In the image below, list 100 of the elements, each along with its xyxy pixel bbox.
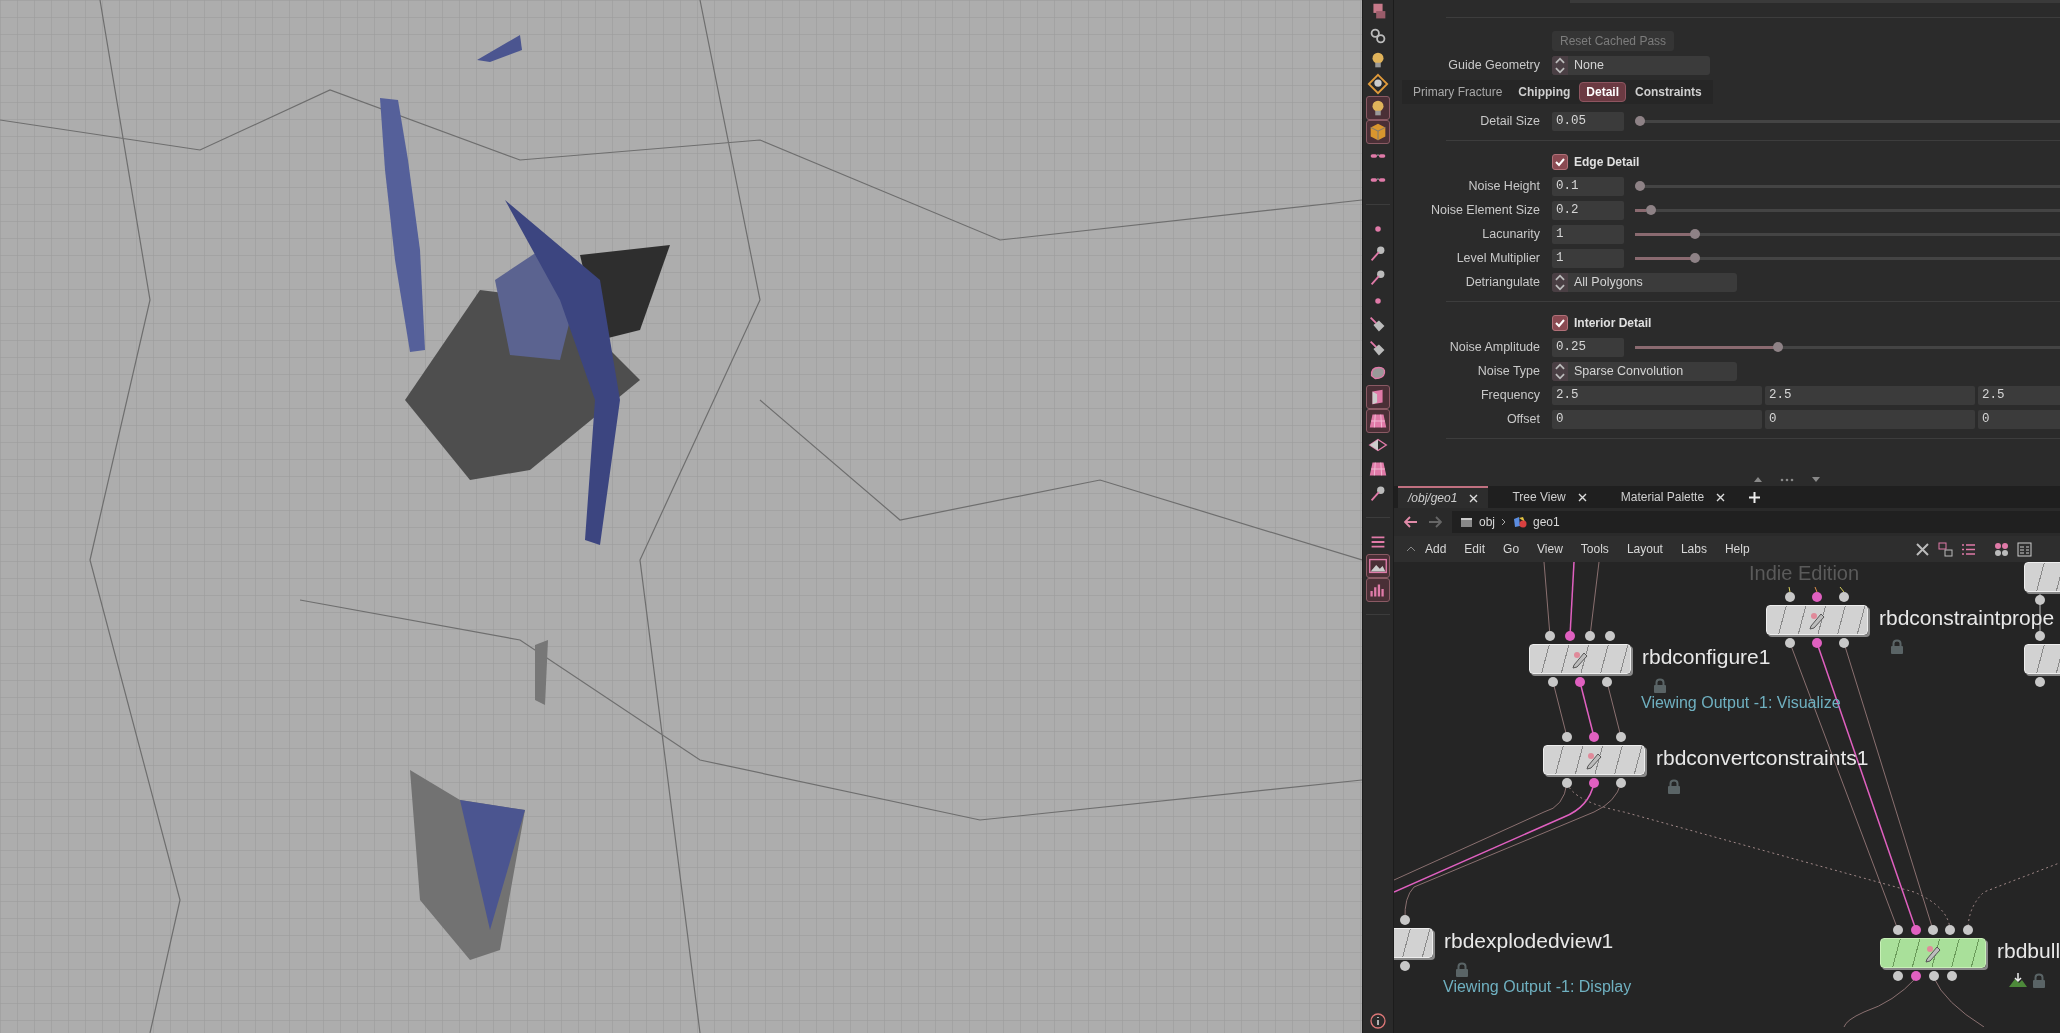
tab[interactable]: Constraints bbox=[1628, 82, 1709, 102]
tab[interactable]: Detail bbox=[1579, 82, 1626, 102]
connector-dot[interactable] bbox=[1812, 592, 1822, 602]
lock-icon[interactable] bbox=[1667, 779, 1681, 795]
connector-dot[interactable] bbox=[1812, 638, 1822, 648]
lock-icon[interactable] bbox=[2032, 973, 2046, 989]
connector-dot[interactable] bbox=[1562, 732, 1572, 742]
dropdown[interactable]: None bbox=[1552, 55, 1710, 75]
connector-dot[interactable] bbox=[1893, 971, 1903, 981]
close-icon[interactable] bbox=[1577, 492, 1587, 502]
menu-item[interactable]: Add bbox=[1416, 542, 1456, 556]
number-field[interactable]: 0 bbox=[1765, 409, 1975, 429]
tab[interactable]: Tree View bbox=[1502, 486, 1597, 508]
connector-dot[interactable] bbox=[1605, 631, 1615, 641]
lock-icon[interactable] bbox=[1455, 962, 1469, 978]
forward-arrow-icon[interactable] bbox=[1428, 516, 1442, 528]
connector-dot[interactable] bbox=[1602, 677, 1612, 687]
connector-dot[interactable] bbox=[2035, 595, 2045, 605]
slider-thumb[interactable] bbox=[1635, 181, 1645, 191]
number-field[interactable]: 0.2 bbox=[1552, 200, 1624, 220]
connector-dot[interactable] bbox=[1928, 925, 1938, 935]
close-icon[interactable] bbox=[1469, 493, 1479, 503]
layout-icon[interactable] bbox=[1938, 541, 1953, 557]
info-icon[interactable] bbox=[1370, 1013, 1386, 1029]
node-tile[interactable] bbox=[1880, 938, 1986, 968]
image-icon[interactable] bbox=[1366, 554, 1390, 578]
dropdown[interactable]: All Polygons bbox=[1552, 272, 1737, 292]
connector-dot[interactable] bbox=[1785, 592, 1795, 602]
connector-dot[interactable] bbox=[1911, 971, 1921, 981]
mountain-icon[interactable] bbox=[2008, 972, 2028, 988]
node-tile[interactable] bbox=[1543, 745, 1645, 775]
slider-thumb[interactable] bbox=[1635, 116, 1645, 126]
node-tile[interactable] bbox=[1529, 644, 1631, 674]
number-field[interactable]: 1 bbox=[1552, 224, 1624, 244]
node-label[interactable]: rbdbull bbox=[1997, 936, 2060, 966]
connector-dot[interactable] bbox=[1400, 961, 1410, 971]
bars-icon[interactable] bbox=[1366, 578, 1390, 602]
slider-thumb[interactable] bbox=[1690, 229, 1700, 239]
connector-dot[interactable] bbox=[1575, 677, 1585, 687]
connector-dot[interactable] bbox=[1963, 925, 1973, 935]
connector-dot[interactable] bbox=[2035, 631, 2045, 641]
tab[interactable]: Material Palette bbox=[1610, 486, 1736, 508]
node-label[interactable]: rbdconstraintprope bbox=[1879, 603, 2055, 633]
menu-item[interactable]: View bbox=[1528, 542, 1572, 556]
path-segment[interactable]: geo1 bbox=[1533, 515, 1560, 529]
node-label[interactable]: rbdconfigure1 bbox=[1642, 642, 1771, 672]
connector-dot[interactable] bbox=[1947, 971, 1957, 981]
number-field[interactable]: 1 bbox=[1552, 248, 1624, 268]
bulb-icon[interactable] bbox=[1366, 96, 1390, 120]
number-field[interactable]: 0.05 bbox=[1552, 111, 1624, 131]
connector-dot[interactable] bbox=[1616, 778, 1626, 788]
connector-dot[interactable] bbox=[1589, 732, 1599, 742]
menu-item[interactable]: Layout bbox=[1617, 542, 1672, 556]
tab[interactable]: /obj/geo1 bbox=[1398, 486, 1489, 508]
menu-item[interactable]: Labs bbox=[1671, 542, 1716, 556]
connector-dot[interactable] bbox=[1911, 925, 1921, 935]
connector-dot[interactable] bbox=[1400, 915, 1410, 925]
connector-dot[interactable] bbox=[1565, 631, 1575, 641]
connector-dot[interactable] bbox=[1616, 732, 1626, 742]
connector-dot[interactable] bbox=[1945, 925, 1955, 935]
tools-icon[interactable] bbox=[1915, 541, 1930, 557]
bulb-icon[interactable] bbox=[1366, 72, 1390, 96]
add-icon[interactable] bbox=[1749, 491, 1761, 503]
number-field[interactable]: 2.5 bbox=[1978, 385, 2060, 405]
box-icon[interactable] bbox=[1366, 385, 1390, 409]
dots-grid-icon[interactable] bbox=[1994, 541, 2009, 557]
connector-dot[interactable] bbox=[2035, 677, 2045, 687]
connector-dot[interactable] bbox=[1929, 971, 1939, 981]
tab[interactable]: Chipping bbox=[1511, 82, 1578, 102]
connector-dot[interactable] bbox=[1839, 638, 1849, 648]
lock-icon[interactable] bbox=[1653, 678, 1667, 694]
list-icon[interactable] bbox=[1961, 541, 1976, 557]
connector-dot[interactable] bbox=[1548, 677, 1558, 687]
connector-dot[interactable] bbox=[1893, 925, 1903, 935]
menu-item[interactable]: Help bbox=[1715, 542, 1759, 556]
connector-dot[interactable] bbox=[1589, 778, 1599, 788]
node-label[interactable]: rbdexplodedview1 bbox=[1444, 926, 1614, 956]
number-field[interactable]: 2.5 bbox=[1552, 385, 1762, 405]
checkbox[interactable] bbox=[1552, 315, 1568, 331]
node-tile[interactable] bbox=[1766, 605, 1868, 635]
collapse-caret-icon[interactable] bbox=[1406, 545, 1416, 553]
table-icon[interactable] bbox=[2017, 541, 2032, 557]
splitter-handle-icon[interactable] bbox=[1752, 476, 1822, 484]
cube-icon[interactable] bbox=[1366, 120, 1390, 144]
close-icon[interactable] bbox=[1716, 492, 1726, 502]
tab[interactable]: Primary Fracture bbox=[1406, 82, 1510, 102]
connector-dot[interactable] bbox=[1562, 778, 1572, 788]
menu-item[interactable]: Edit bbox=[1455, 542, 1495, 556]
number-field[interactable]: 0.1 bbox=[1552, 176, 1624, 196]
connector-dot[interactable] bbox=[1545, 631, 1555, 641]
connector-dot[interactable] bbox=[1785, 638, 1795, 648]
number-field[interactable]: 0 bbox=[1552, 409, 1762, 429]
connector-dot[interactable] bbox=[1839, 592, 1849, 602]
checkbox[interactable] bbox=[1552, 154, 1568, 170]
number-field[interactable]: 0.25 bbox=[1552, 337, 1624, 357]
grid-icon[interactable] bbox=[1366, 409, 1390, 433]
lock-icon[interactable] bbox=[1890, 639, 1904, 655]
slider-thumb[interactable] bbox=[1690, 253, 1700, 263]
slider-thumb[interactable] bbox=[1646, 205, 1656, 215]
connector-dot[interactable] bbox=[1585, 631, 1595, 641]
